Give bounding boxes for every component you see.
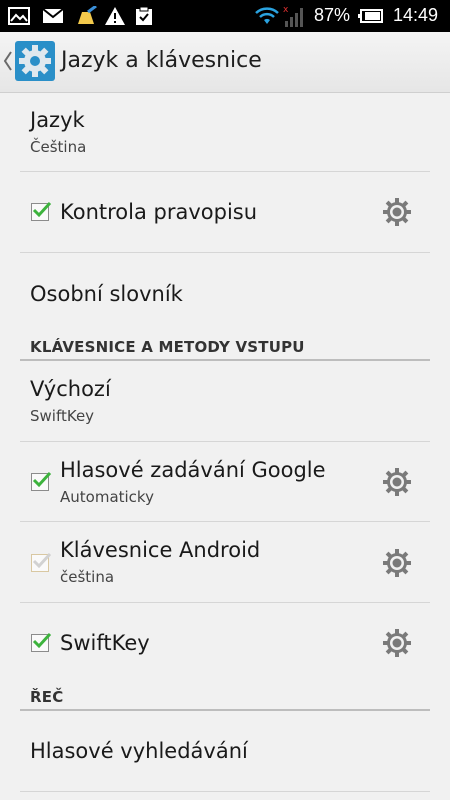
gallery-icon bbox=[8, 7, 30, 25]
android-keyboard-title: Klávesnice Android bbox=[60, 538, 261, 562]
android-keyboard-summary: čeština bbox=[60, 568, 115, 586]
swiftkey-settings-gear-icon[interactable] bbox=[381, 627, 413, 659]
clock: 14:49 bbox=[393, 5, 439, 25]
checkmark-icon bbox=[32, 552, 52, 569]
voice-search-item[interactable]: Hlasové vyhledávání bbox=[0, 711, 450, 791]
checkmark-icon bbox=[32, 471, 52, 488]
battery-icon bbox=[358, 9, 383, 23]
default-keyboard-summary: SwiftKey bbox=[30, 407, 95, 425]
spell-check-title: Kontrola pravopisu bbox=[60, 200, 258, 224]
section-header-keyboards: KLÁVESNICE A METODY VSTUPU bbox=[30, 338, 305, 356]
language-item[interactable]: Jazyk Čeština bbox=[0, 92, 450, 172]
wifi-icon bbox=[255, 7, 279, 24]
google-voice-typing-summary: Automaticky bbox=[60, 488, 154, 506]
android-keyboard-item[interactable]: Klávesnice Android čeština bbox=[0, 522, 450, 603]
checkmark-icon bbox=[32, 632, 52, 649]
android-keyboard-settings-gear-icon[interactable] bbox=[381, 547, 413, 579]
gmail-icon bbox=[42, 8, 64, 23]
android-keyboard-checkbox bbox=[31, 552, 52, 572]
clipboard-check-icon bbox=[136, 6, 152, 25]
swiftkey-item[interactable]: SwiftKey bbox=[0, 603, 450, 683]
personal-dictionary-item[interactable]: Osobní slovník bbox=[0, 253, 450, 333]
warning-icon bbox=[105, 7, 125, 25]
voice-search-title: Hlasové vyhledávání bbox=[30, 739, 248, 763]
signal-icon: x bbox=[283, 5, 303, 27]
spell-check-item[interactable]: Kontrola pravopisu bbox=[0, 172, 450, 253]
clean-icon bbox=[78, 6, 97, 24]
divider bbox=[20, 791, 430, 792]
section-header-speech: ŘEČ bbox=[30, 688, 64, 706]
google-voice-typing-checkbox[interactable] bbox=[31, 471, 52, 491]
google-voice-typing-item[interactable]: Hlasové zadávání Google Automaticky bbox=[0, 442, 450, 522]
language-summary: Čeština bbox=[30, 138, 87, 156]
chevron-left-icon[interactable] bbox=[3, 50, 13, 72]
spell-check-checkbox[interactable] bbox=[31, 201, 52, 221]
spell-check-settings-gear-icon[interactable] bbox=[381, 196, 413, 228]
svg-text:x: x bbox=[283, 5, 289, 15]
settings-gear-icon[interactable] bbox=[14, 40, 56, 82]
default-keyboard-title: Výchozí bbox=[30, 377, 111, 401]
google-voice-typing-title: Hlasové zadávání Google bbox=[60, 458, 326, 482]
battery-percent: 87% bbox=[314, 5, 351, 25]
google-voice-typing-settings-gear-icon[interactable] bbox=[381, 466, 413, 498]
checkmark-icon bbox=[32, 201, 52, 218]
swiftkey-title: SwiftKey bbox=[60, 631, 150, 655]
status-bar: x 87% 14:49 bbox=[0, 0, 450, 32]
personal-dictionary-title: Osobní slovník bbox=[30, 282, 183, 306]
page-title: Jazyk a klávesnice bbox=[61, 48, 262, 73]
action-bar: Jazyk a klávesnice bbox=[0, 32, 450, 93]
language-title: Jazyk bbox=[30, 108, 85, 132]
default-keyboard-item[interactable]: Výchozí SwiftKey bbox=[0, 361, 450, 441]
swiftkey-checkbox[interactable] bbox=[31, 632, 52, 652]
